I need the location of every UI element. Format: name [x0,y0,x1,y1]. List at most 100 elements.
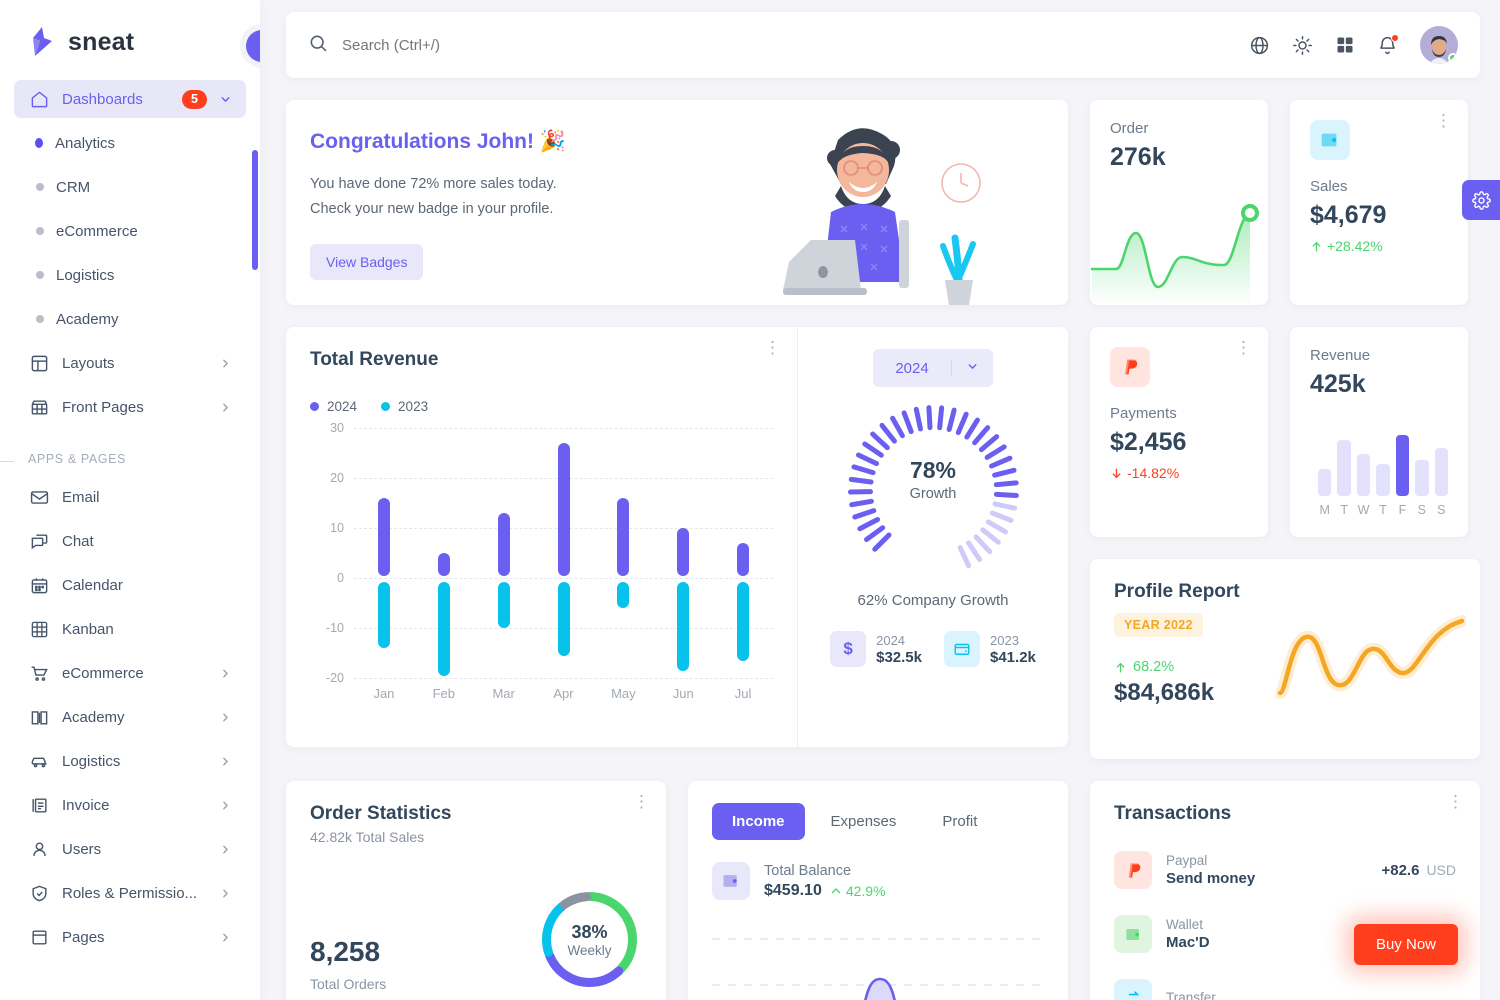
bar-group [354,428,414,678]
sidebar-item-front-pages[interactable]: Front Pages [14,388,246,426]
buy-now-button[interactable]: Buy Now [1353,924,1458,965]
order-card: Order 276k [1090,100,1268,305]
total-revenue-chart-panel: Total Revenue ⋮ 2024 2023 30 20 10 0 -10… [286,327,798,747]
sidebar-item-pages[interactable]: Pages [14,918,246,956]
gauge-tick [979,527,1001,545]
year-select[interactable]: 2024 [873,349,993,387]
legend-dot-icon [310,402,319,411]
y-tick: 20 [330,471,344,485]
legend-label: 2024 [327,399,358,414]
kebab-menu-icon[interactable]: ⋮ [764,339,781,356]
congratulations-card: Congratulations John! 🎉 You have done 72… [286,100,1068,305]
view-badges-button[interactable]: View Badges [310,244,424,280]
gauge-tick [869,431,890,451]
gauge-tick [973,534,992,555]
sidebar-item-dashboards[interactable]: Dashboards 5 [14,80,246,118]
gauge-tick [925,405,933,431]
search-input[interactable] [342,36,682,54]
total-orders-label: Total Orders [310,976,387,992]
year-stat-2024: $ 2024 $32.5k [830,631,922,667]
order-statistics-body: 8,258 Total Orders 38% Weekly [310,887,642,992]
kebab-menu-icon[interactable]: ⋮ [633,793,650,810]
dollar-icon: $ [830,631,867,667]
profile-report-sparkline [1276,615,1466,699]
legend-label: 2023 [398,399,429,414]
row-one-right: Order 276k ⋮ Sales $4,679 +28.42% [1090,100,1480,305]
sidebar-item-label: Pages [62,928,105,946]
sidebar-item-ecommerce-app[interactable]: eCommerce [14,654,246,692]
kebab-menu-icon[interactable]: ⋮ [1447,793,1464,810]
gauge-tick [965,540,982,562]
sidebar-scrollbar[interactable] [252,150,258,270]
sidebar-item-label: Academy [62,708,125,726]
sidebar-item-ecommerce[interactable]: eCommerce [14,212,246,250]
apps-grid-icon[interactable] [1335,35,1355,55]
transaction-row[interactable]: Paypal Send money +82.6 USD [1114,851,1456,889]
transaction-amount: +82.6 [1381,861,1420,879]
notification-dot [1391,33,1399,42]
payments-value: $2,456 [1110,428,1187,456]
globe-icon[interactable] [1249,35,1270,56]
sidebar-item-logistics[interactable]: Logistics [14,256,246,294]
sidebar-item-kanban[interactable]: Kanban [14,610,246,648]
sidebar-item-chat[interactable]: Chat [14,522,246,560]
gauge-center-label: 78% Growth [846,457,1021,502]
tab-income[interactable]: Income [712,803,805,840]
topbar [286,12,1480,78]
gauge-sublabel: Growth [909,486,957,502]
sidebar-item-calendar[interactable]: Calendar [14,566,246,604]
total-balance-row: Total Balance $459.10 42.9% [712,862,1044,900]
legend-item-2024[interactable]: 2024 [310,399,357,414]
tab-profit[interactable]: Profit [922,803,997,840]
bell-icon[interactable] [1377,33,1399,56]
sidebar-item-label: CRM [56,178,91,196]
row-three: Order Statistics 42.82k Total Sales ⋮ 8,… [286,781,1480,1000]
brand-name: sneat [68,27,135,56]
bullet-icon [36,183,44,191]
storefront-icon [28,396,50,418]
bar [617,582,630,608]
payments-label: Payments [1110,405,1177,422]
sidebar-item-roles-permissions[interactable]: Roles & Permissio... [14,874,246,912]
main-content: Congratulations John! 🎉 You have done 72… [260,0,1500,1000]
kebab-menu-icon[interactable]: ⋮ [1235,339,1252,356]
transaction-row[interactable]: Transfer [1114,979,1456,1000]
gauge-tick [889,415,905,439]
tab-expenses[interactable]: Expenses [811,803,917,840]
legend-item-2023[interactable]: 2023 [381,399,428,414]
avatar[interactable] [1420,26,1458,64]
search-area[interactable] [308,33,1249,58]
sidebar-item-invoice[interactable]: Invoice [14,786,246,824]
sidebar-item-layouts[interactable]: Layouts [14,344,246,382]
brand[interactable]: sneat [0,0,260,80]
bar [377,498,390,576]
chevron-right-icon [219,843,232,856]
year-stat-value: $41.2k [990,648,1036,666]
sidebar-item-crm[interactable]: CRM [14,168,246,206]
y-tick: 30 [330,421,344,435]
bar [1434,448,1448,496]
sidebar-item-analytics[interactable]: Analytics [14,124,246,162]
chevron-right-icon [219,755,232,768]
sidebar-item-academy-app[interactable]: Academy [14,698,246,736]
chevron-down-icon[interactable] [219,93,232,106]
chevron-right-icon [219,799,232,812]
x-tick: Mar [492,686,515,701]
sneat-logo-icon [28,26,58,58]
wallet-icon [1310,120,1350,160]
sun-icon[interactable] [1292,35,1313,56]
balance-delta: 42.9% [830,883,886,899]
gear-icon[interactable] [1462,180,1500,220]
sidebar-item-logistics-app[interactable]: Logistics [14,742,246,780]
chevron-right-icon [219,667,232,680]
gauge-tick [963,417,980,440]
x-tick: Feb [432,686,455,701]
sidebar-item-label: Roles & Permissio... [62,884,198,902]
sidebar-item-label: Users [62,840,102,858]
profile-report-card: Profile Report YEAR 2022 68.2% $84,686k [1090,559,1480,759]
kebab-menu-icon[interactable]: ⋮ [1435,112,1452,129]
sidebar-item-email[interactable]: Email [14,478,246,516]
sales-delta-text: +28.42% [1327,238,1383,254]
sidebar-item-users[interactable]: Users [14,830,246,868]
sidebar-item-academy[interactable]: Academy [14,300,246,338]
